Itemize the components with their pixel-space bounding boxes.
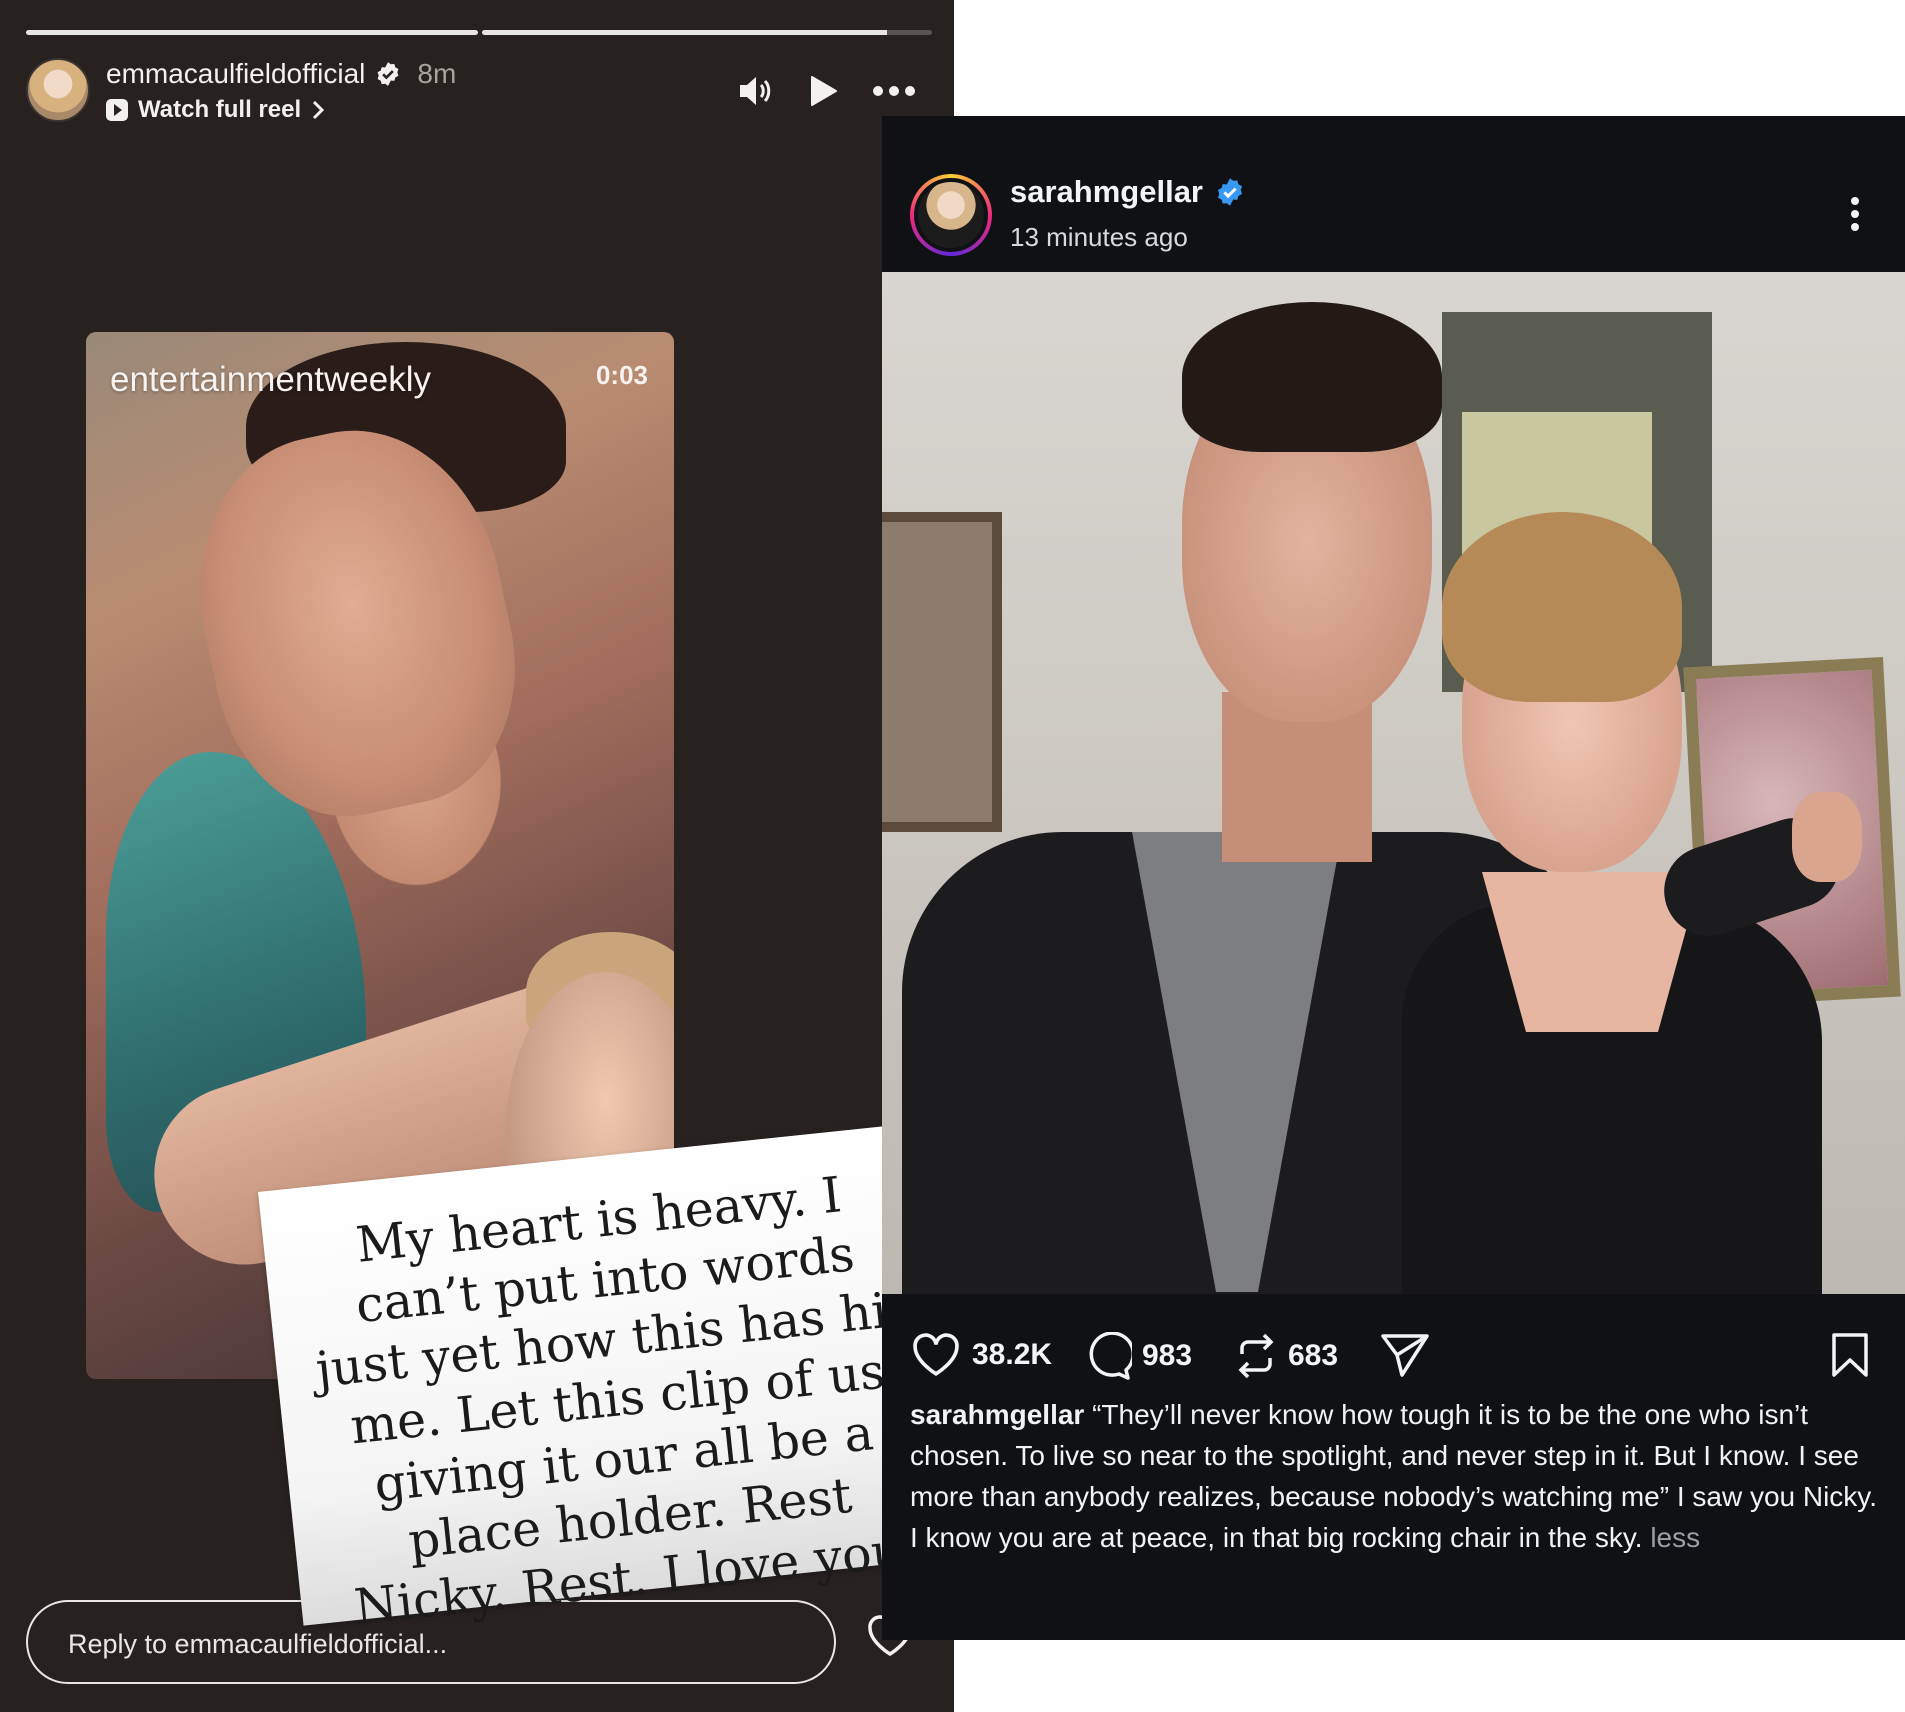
more-icon[interactable] [872, 85, 916, 97]
post-photo[interactable] [882, 272, 1905, 1294]
comment-count: 983 [1142, 1339, 1193, 1372]
post-header: sarahmgellar [1010, 174, 1245, 210]
post-username[interactable]: sarahmgellar [1010, 174, 1203, 210]
like-count: 38.2K [972, 1338, 1053, 1371]
watch-full-reel-label: Watch full reel [138, 96, 302, 123]
caption-less-link[interactable]: less [1650, 1522, 1700, 1553]
note-text: My heart is heavy. I can’t put into word… [313, 1166, 922, 1637]
heart-icon [913, 1333, 959, 1376]
story-progress-2 [482, 30, 932, 35]
story-viewer: emmacaulfieldofficial 8m Watch full reel [0, 0, 954, 1712]
like-button[interactable]: 38.2K [910, 1332, 1052, 1378]
story-controls [738, 74, 916, 108]
text-note-card: My heart is heavy. I can’t put into word… [258, 1123, 954, 1636]
share-button[interactable] [1380, 1332, 1430, 1378]
post-caption: sarahmgellar “They’ll never know how tou… [910, 1394, 1880, 1558]
speaker-icon[interactable] [738, 74, 774, 108]
save-button[interactable] [1830, 1332, 1870, 1378]
chevron-right-icon [313, 100, 325, 120]
verified-icon [1218, 178, 1242, 206]
story-time: 8m [417, 58, 457, 89]
comment-icon [1089, 1332, 1132, 1380]
repost-button[interactable]: 683 [1234, 1332, 1338, 1380]
story-header: emmacaulfieldofficial 8m [106, 58, 456, 90]
post-time: 13 minutes ago [1010, 222, 1188, 252]
comment-button[interactable]: 983 [1082, 1332, 1192, 1380]
caption-username[interactable]: sarahmgellar [910, 1399, 1084, 1430]
share-icon [1381, 1334, 1429, 1377]
reel-icon [106, 99, 128, 121]
watch-full-reel-link[interactable]: Watch full reel [106, 96, 325, 124]
story-avatar[interactable] [26, 58, 90, 122]
bookmark-icon [1832, 1333, 1868, 1377]
video-timestamp: 0:03 [595, 360, 648, 390]
post-avatar[interactable] [910, 174, 992, 256]
more-vertical-icon[interactable] [1850, 196, 1860, 232]
story-progress-1 [26, 30, 478, 35]
play-icon[interactable] [808, 74, 838, 108]
verified-icon [377, 62, 399, 86]
repost-count: 683 [1288, 1339, 1339, 1372]
story-username[interactable]: emmacaulfieldofficial [106, 58, 365, 90]
video-source-label: entertainmentweekly [110, 360, 431, 399]
instagram-post: sarahmgellar 13 minutes ago 38.2K 983 68… [882, 116, 1905, 1640]
post-actions: 38.2K 983 683 [882, 1294, 1905, 1394]
repost-icon [1238, 1333, 1274, 1379]
